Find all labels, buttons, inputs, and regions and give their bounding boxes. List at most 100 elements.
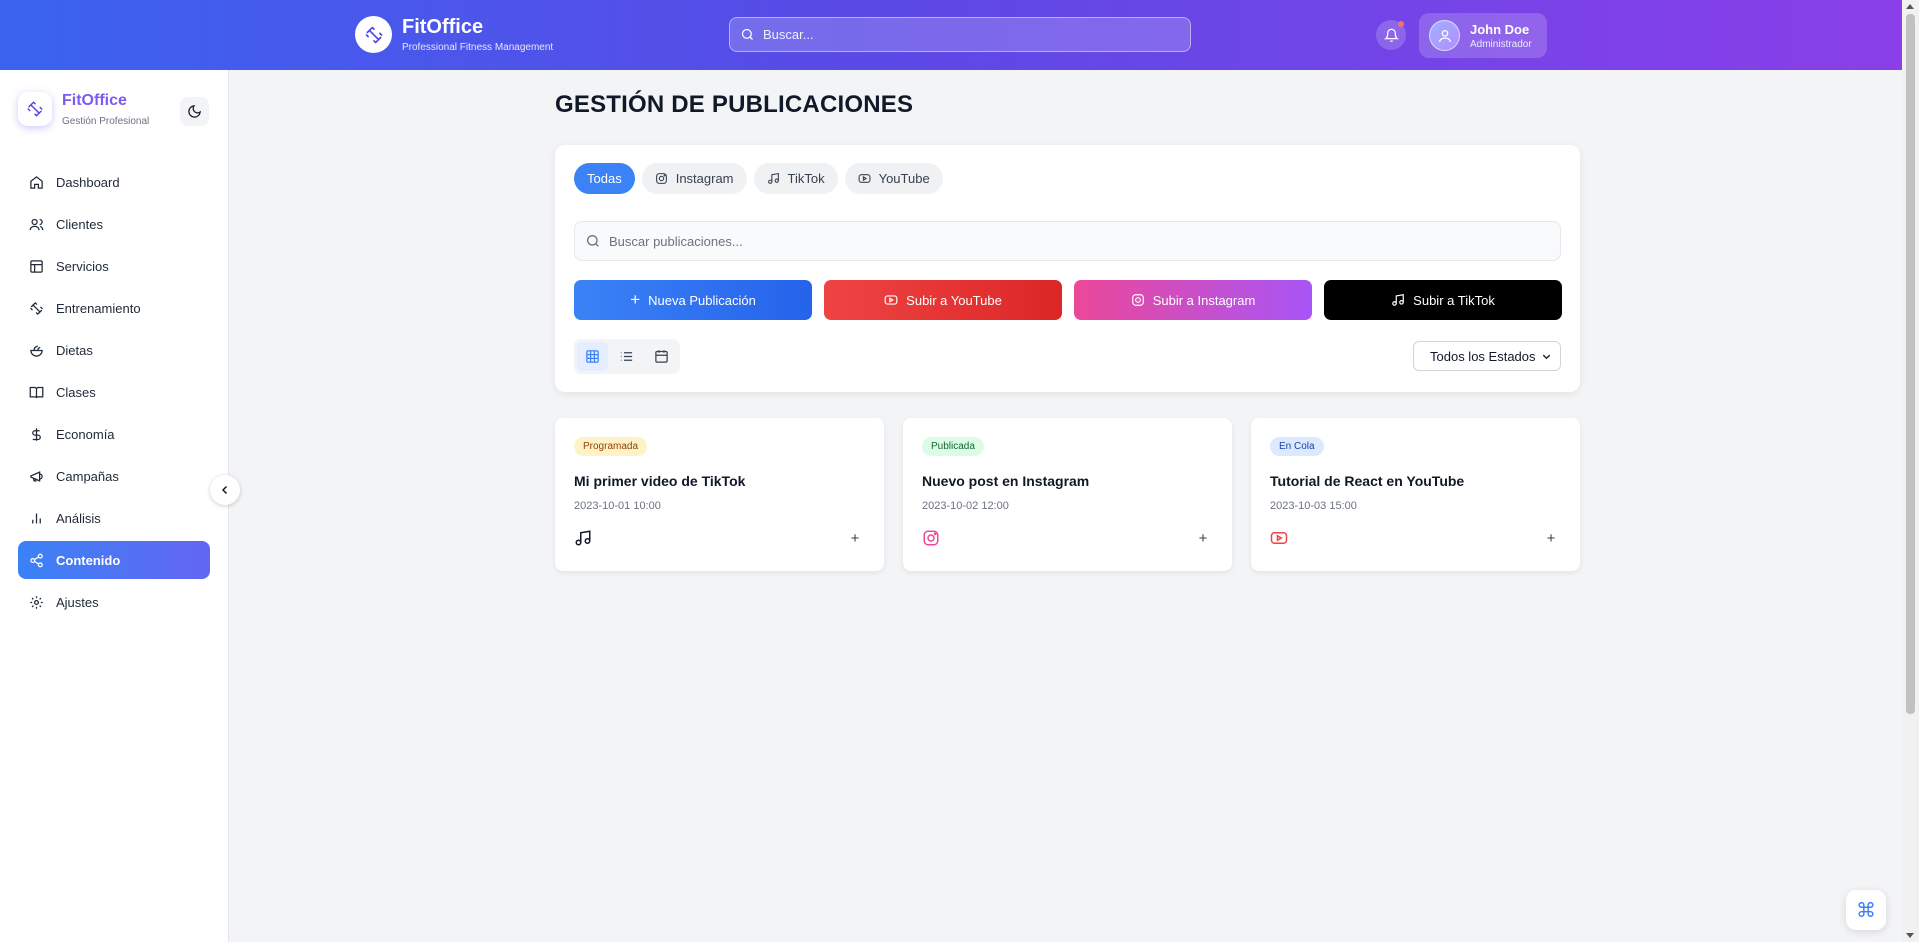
upload-youtube-label: Subir a YouTube — [906, 292, 1002, 308]
sidebar-item-label: Clases — [56, 384, 96, 400]
chevron-left-icon — [221, 485, 228, 495]
status-filter-select[interactable]: Todos los Estados — [1413, 341, 1561, 371]
user-icon — [1438, 29, 1451, 42]
post-card[interactable]: En Cola Tutorial de React en YouTube 202… — [1251, 418, 1580, 571]
sidebar-item-campanas[interactable]: Campañas — [18, 457, 210, 495]
book-icon — [29, 386, 44, 398]
upload-tiktok-button[interactable]: Subir a TikTok — [1324, 280, 1562, 320]
new-post-label: Nueva Publicación — [648, 292, 756, 308]
sidebar-item-dashboard[interactable]: Dashboard — [18, 163, 210, 201]
avatar — [1429, 20, 1460, 51]
page-title: GESTIÓN DE PUBLICACIONES — [555, 91, 914, 118]
dumbbell-logo-icon — [355, 16, 392, 53]
status-badge: Publicada — [922, 437, 984, 456]
add-icon[interactable]: + — [845, 528, 865, 548]
share-icon — [30, 553, 43, 567]
instagram-icon — [1131, 294, 1144, 306]
post-title: Nuevo post en Instagram — [922, 473, 1090, 489]
status-badge: En Cola — [1270, 437, 1324, 456]
tab-todas[interactable]: Todas — [574, 163, 635, 194]
upload-youtube-button[interactable]: Subir a YouTube — [824, 280, 1062, 320]
sidebar-brand: FitOffice Gestión Profesional — [18, 92, 149, 127]
instagram-icon — [655, 173, 667, 184]
sidebar: FitOffice Gestión Profesional Dashboard … — [0, 70, 229, 942]
sidebar-item-analisis[interactable]: Análisis — [18, 499, 210, 537]
sidebar-collapse-button[interactable] — [210, 475, 240, 505]
theme-toggle-button[interactable] — [180, 97, 209, 126]
sidebar-item-label: Campañas — [56, 468, 119, 484]
plus-icon: + — [630, 290, 641, 309]
moon-icon — [188, 105, 201, 118]
sidebar-item-contenido[interactable]: Contenido — [18, 541, 210, 579]
youtube-icon — [884, 295, 898, 305]
youtube-icon — [858, 174, 871, 183]
command-palette-button[interactable]: ⌘ — [1846, 890, 1886, 930]
grid-icon — [586, 350, 599, 363]
sidebar-item-label: Economía — [56, 426, 115, 442]
calendar-view-button[interactable] — [646, 342, 677, 371]
header-brand-title: FitOffice — [402, 16, 484, 38]
music-note-icon — [575, 530, 591, 546]
home-icon — [30, 175, 43, 189]
post-card[interactable]: Publicada Nuevo post en Instagram 2023-1… — [903, 418, 1232, 571]
tab-label: TikTok — [787, 171, 825, 186]
upload-instagram-button[interactable]: Subir a Instagram — [1074, 280, 1312, 320]
posts-search[interactable] — [574, 221, 1561, 261]
music-note-icon — [1392, 294, 1405, 306]
sidebar-item-label: Análisis — [56, 510, 101, 526]
tab-tiktok[interactable]: TikTok — [753, 163, 838, 194]
tab-label: Instagram — [675, 171, 734, 186]
list-view-button[interactable] — [611, 342, 642, 371]
posts-search-input[interactable] — [609, 233, 1509, 249]
calendar-icon — [655, 350, 668, 363]
notification-dot — [1398, 21, 1404, 27]
scroll-up-arrow[interactable] — [1906, 4, 1914, 9]
sidebar-item-clases[interactable]: Clases — [18, 373, 210, 411]
dollar-icon — [32, 427, 41, 441]
page-scrollbar[interactable] — [1902, 0, 1919, 942]
gear-icon — [30, 595, 43, 609]
global-search[interactable] — [729, 17, 1191, 52]
dumbbell-icon — [30, 301, 43, 315]
sidebar-item-servicios[interactable]: Servicios — [18, 247, 210, 285]
scroll-down-arrow[interactable] — [1906, 933, 1914, 938]
sidebar-brand-title: FitOffice — [62, 92, 127, 109]
salad-icon — [30, 345, 43, 357]
user-menu[interactable]: John Doe Administrador — [1419, 13, 1547, 58]
post-card[interactable]: Programada Mi primer video de TikTok 202… — [555, 418, 884, 571]
header-brand-subtitle: Professional Fitness Management — [402, 42, 554, 53]
command-icon: ⌘ — [1856, 899, 1876, 922]
sidebar-brand-subtitle: Gestión Profesional — [62, 116, 150, 127]
new-post-button[interactable]: + Nueva Publicación — [574, 280, 812, 320]
user-name: John Doe — [1470, 21, 1530, 37]
layout-icon — [30, 259, 43, 273]
chevron-down-icon — [1542, 354, 1551, 359]
sidebar-item-clientes[interactable]: Clientes — [18, 205, 210, 243]
add-icon[interactable]: + — [1193, 528, 1213, 548]
grid-view-button[interactable] — [577, 342, 609, 371]
post-date: 2023-10-03 15:00 — [1270, 500, 1357, 512]
view-switcher — [574, 339, 680, 374]
instagram-icon — [923, 530, 939, 546]
sidebar-item-label: Entrenamiento — [56, 300, 141, 316]
sidebar-item-entrenamiento[interactable]: Entrenamiento — [18, 289, 210, 327]
header-brand[interactable]: FitOffice Professional Fitness Managemen… — [355, 16, 553, 53]
sidebar-nav: Dashboard Clientes Servicios Entrenamien… — [18, 163, 210, 625]
scroll-thumb[interactable] — [1906, 14, 1915, 714]
status-badge: Programada — [574, 437, 648, 456]
tab-instagram[interactable]: Instagram — [641, 163, 747, 194]
notifications-button[interactable] — [1376, 20, 1406, 50]
youtube-icon — [1270, 532, 1288, 544]
megaphone-icon — [30, 470, 43, 482]
bar-chart-icon — [32, 513, 41, 523]
post-date: 2023-10-01 10:00 — [574, 500, 661, 512]
sidebar-item-ajustes[interactable]: Ajustes — [18, 583, 210, 621]
sidebar-item-dietas[interactable]: Dietas — [18, 331, 210, 369]
tab-label: YouTube — [878, 171, 930, 186]
posts-grid: Programada Mi primer video de TikTok 202… — [555, 418, 1580, 571]
global-search-input[interactable] — [763, 27, 1163, 42]
sidebar-item-economia[interactable]: Economía — [18, 415, 210, 453]
add-icon[interactable]: + — [1541, 528, 1561, 548]
platform-tabs: Todas Instagram TikTok YouTube — [574, 163, 943, 194]
tab-youtube[interactable]: YouTube — [844, 163, 943, 194]
